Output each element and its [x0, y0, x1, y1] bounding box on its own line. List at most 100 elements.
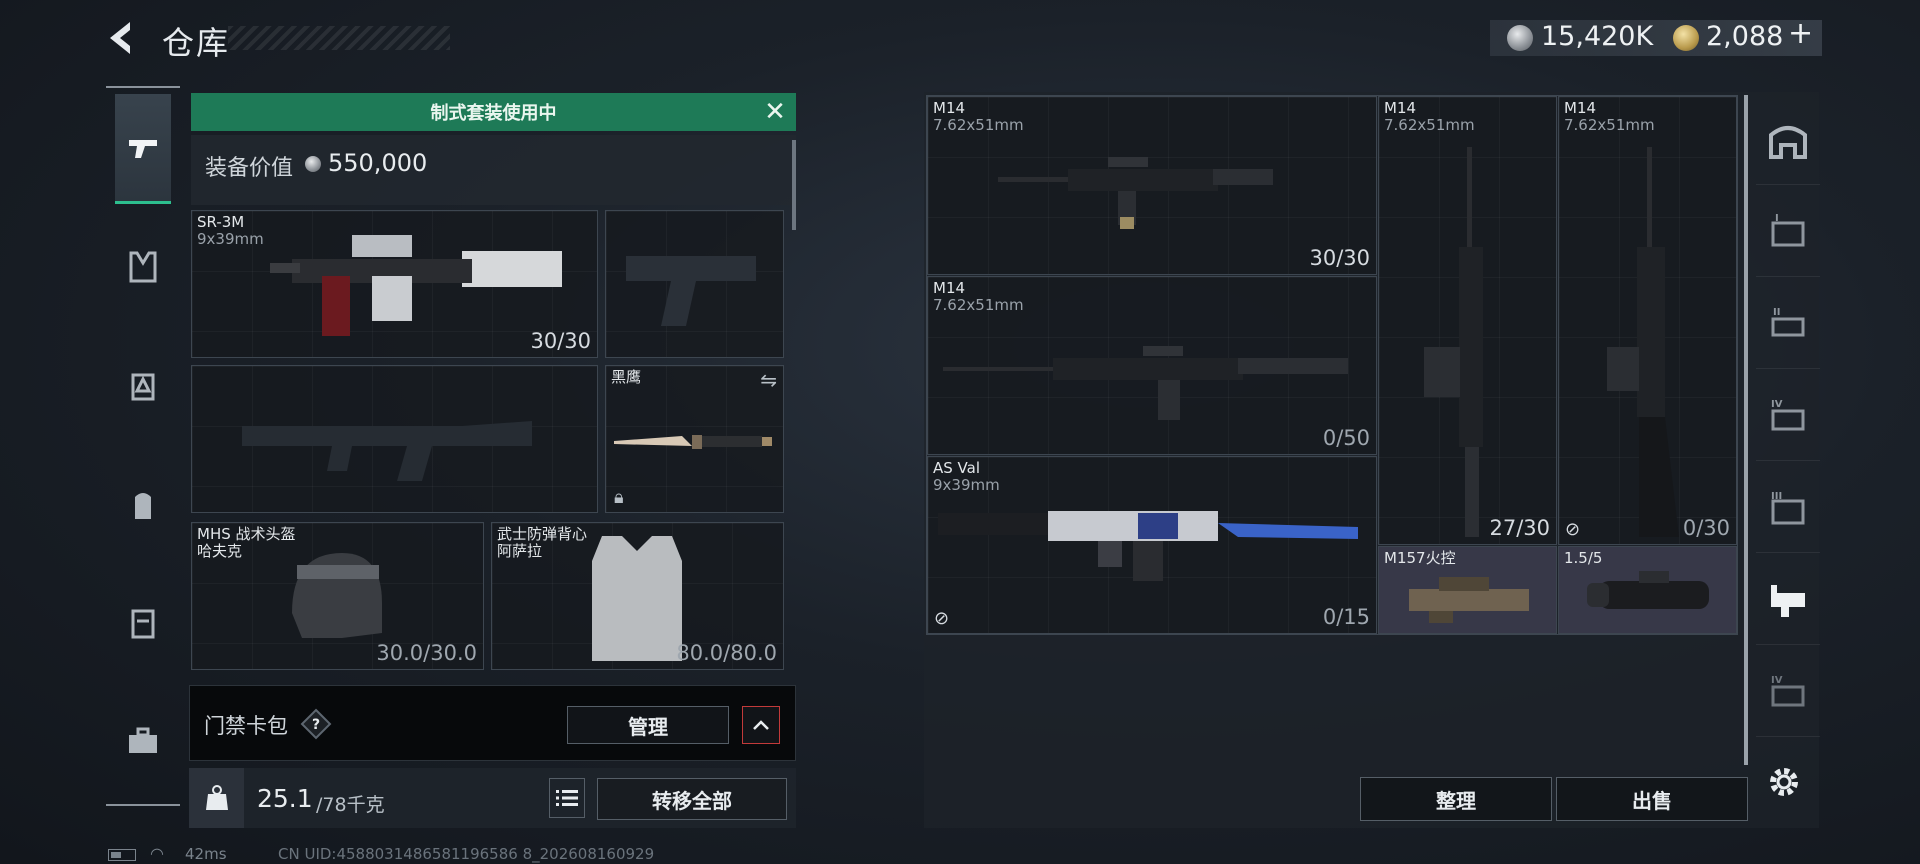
- list-icon: [556, 790, 578, 806]
- nav-item-stash-4b[interactable]: IV: [1756, 647, 1820, 737]
- help-icon[interactable]: ?: [300, 708, 332, 740]
- sell-button[interactable]: 出售: [1556, 777, 1748, 821]
- item-name: M14: [1384, 99, 1417, 117]
- stash-item-m14-1[interactable]: M14 7.62x51mm 30/30: [927, 96, 1377, 275]
- equipment-value-label: 装备价值: [205, 156, 294, 181]
- stash-scrollbar[interactable]: [1744, 95, 1748, 765]
- primary-weapon-slot[interactable]: SR-3M 9x39mm 30/30: [191, 210, 598, 358]
- gold-coin-icon: [1673, 25, 1699, 51]
- nav-item-weapons[interactable]: [115, 94, 171, 204]
- secondary-weapon-slot[interactable]: [191, 365, 598, 513]
- fire-control-scope-icon: [1409, 577, 1529, 623]
- weapon-ammo-count: 30/30: [530, 329, 591, 353]
- back-button[interactable]: [104, 18, 144, 58]
- transfer-all-button[interactable]: 转移全部: [597, 778, 787, 820]
- nav-item-armor[interactable]: [115, 332, 171, 442]
- kettlebell-icon: [205, 785, 228, 810]
- weapon-name: SR-3M: [197, 213, 245, 231]
- nav-item-backpack[interactable]: [115, 450, 171, 560]
- add-gold-button[interactable]: +: [1788, 16, 1813, 51]
- armor-icon: [131, 373, 155, 401]
- svg-text:?: ?: [312, 717, 320, 733]
- m14-rifle-icon: [998, 157, 1273, 229]
- settings-button[interactable]: [1760, 758, 1808, 806]
- item-caliber: 7.62x51mm: [1564, 116, 1655, 134]
- gear-icon: [1770, 768, 1798, 796]
- helmet-icon: [292, 553, 382, 638]
- item-ammo: 27/30: [1489, 516, 1550, 540]
- title-decoration: [228, 26, 450, 50]
- item-name: M157火控: [1384, 549, 1456, 567]
- list-view-button[interactable]: [549, 778, 585, 818]
- item-caliber: 9x39mm: [933, 476, 1000, 494]
- helmet-durability: 30.0/30.0: [376, 641, 477, 665]
- stash-item-m14-3[interactable]: M14 7.62x51mm 27/30: [1378, 96, 1557, 545]
- stash-item-m14-2[interactable]: M14 7.62x51mm 0/50: [927, 276, 1377, 455]
- nav-item-stash-1[interactable]: I: [1756, 187, 1820, 277]
- nav-item-stash-3[interactable]: III: [1756, 463, 1820, 553]
- optic-scope-icon: [1587, 571, 1709, 609]
- item-ammo: 0/50: [1322, 426, 1370, 450]
- left-category-nav: [106, 86, 180, 806]
- stash-page-4-icon: IV: [1771, 399, 1805, 430]
- weapon-caliber: 9x39mm: [197, 230, 264, 248]
- weight-max: /78千克: [316, 794, 385, 816]
- stash-item-m157-scope[interactable]: M157火控: [1378, 546, 1557, 634]
- nav-top-divider: [106, 86, 180, 88]
- stash-page-2-icon: II: [1771, 307, 1805, 336]
- stash-item-variable-scope[interactable]: 1.5/5: [1558, 546, 1737, 634]
- melee-slot[interactable]: 黑鹰 ⇋ 🔒︎: [605, 365, 784, 513]
- item-caliber: 7.62x51mm: [1384, 116, 1475, 134]
- vest-icon: [592, 536, 682, 661]
- item-ammo: 30/30: [1309, 246, 1370, 270]
- loadout-scrollbar[interactable]: [792, 140, 796, 230]
- weapon-rack-icon: [1771, 584, 1805, 617]
- back-arrow-icon: [110, 22, 130, 54]
- svg-text:III: III: [1771, 491, 1782, 502]
- pistol-placeholder-icon: [626, 256, 756, 326]
- stash-page-4b-icon: IV: [1771, 675, 1805, 706]
- weight-current: 25.1: [257, 784, 313, 813]
- rifle-placeholder-icon: [242, 421, 532, 481]
- helmet-slot[interactable]: MHS 战术头盔 哈夫克 30.0/30.0: [191, 522, 484, 670]
- nav-item-stash-home[interactable]: [1756, 95, 1820, 185]
- helmet-name: MHS 战术头盔: [197, 525, 296, 543]
- equipment-value-amount: 550,000: [328, 149, 428, 177]
- close-icon[interactable]: ✕: [760, 98, 790, 126]
- nav-item-vest[interactable]: [115, 212, 171, 322]
- knife-icon: [614, 435, 772, 449]
- nav-item-toolbox[interactable]: [115, 686, 171, 796]
- armor-slot[interactable]: 武士防弹背心 阿萨拉 80.0/80.0: [491, 522, 784, 670]
- armor-name: 武士防弹背心: [497, 525, 588, 543]
- pistol-slot[interactable]: [605, 210, 784, 358]
- nav-item-stash-weapons[interactable]: [1756, 555, 1820, 645]
- nav-item-stash-2[interactable]: II: [1756, 279, 1820, 369]
- weight-icon: [189, 768, 244, 828]
- player-uid: CN UID:4588031486581196586 8_20260816092…: [278, 845, 655, 863]
- battery-icon: [108, 849, 136, 861]
- svg-text:II: II: [1773, 307, 1780, 318]
- loadout-status-banner: 制式套装使用中: [191, 93, 796, 131]
- manage-button[interactable]: 管理: [567, 706, 729, 744]
- nav-item-stash-4[interactable]: IV: [1756, 371, 1820, 461]
- melee-name: 黑鹰: [611, 368, 642, 386]
- stash-item-as-val[interactable]: AS Val 9x39mm ⊘ 0/15: [927, 456, 1377, 634]
- m14-rifle-icon: [943, 346, 1348, 420]
- pistol-icon: [129, 139, 157, 158]
- m14-rifle-vertical-icon: [1424, 147, 1483, 537]
- nav-item-case[interactable]: [115, 568, 171, 678]
- vest-icon: [129, 251, 157, 283]
- collapse-button[interactable]: [742, 706, 780, 744]
- stash-item-m14-4[interactable]: M14 7.62x51mm ⊘ 0/30: [1558, 96, 1737, 545]
- organize-button[interactable]: 整理: [1360, 777, 1552, 821]
- swap-icon[interactable]: ⇋: [760, 368, 777, 392]
- stash-page-nav: I II IV III IV: [1756, 95, 1820, 825]
- item-ammo: 0/30: [1682, 516, 1730, 540]
- armor-durability: 80.0/80.0: [676, 641, 777, 665]
- m14-rifle-vertical-icon: [1607, 147, 1679, 537]
- item-name: M14: [1564, 99, 1597, 117]
- no-insurance-icon: ⊘: [1565, 519, 1581, 540]
- chevron-up-icon: [753, 720, 769, 730]
- stash-page-1-icon: I: [1771, 213, 1805, 246]
- silver-coin-icon: [1507, 25, 1533, 51]
